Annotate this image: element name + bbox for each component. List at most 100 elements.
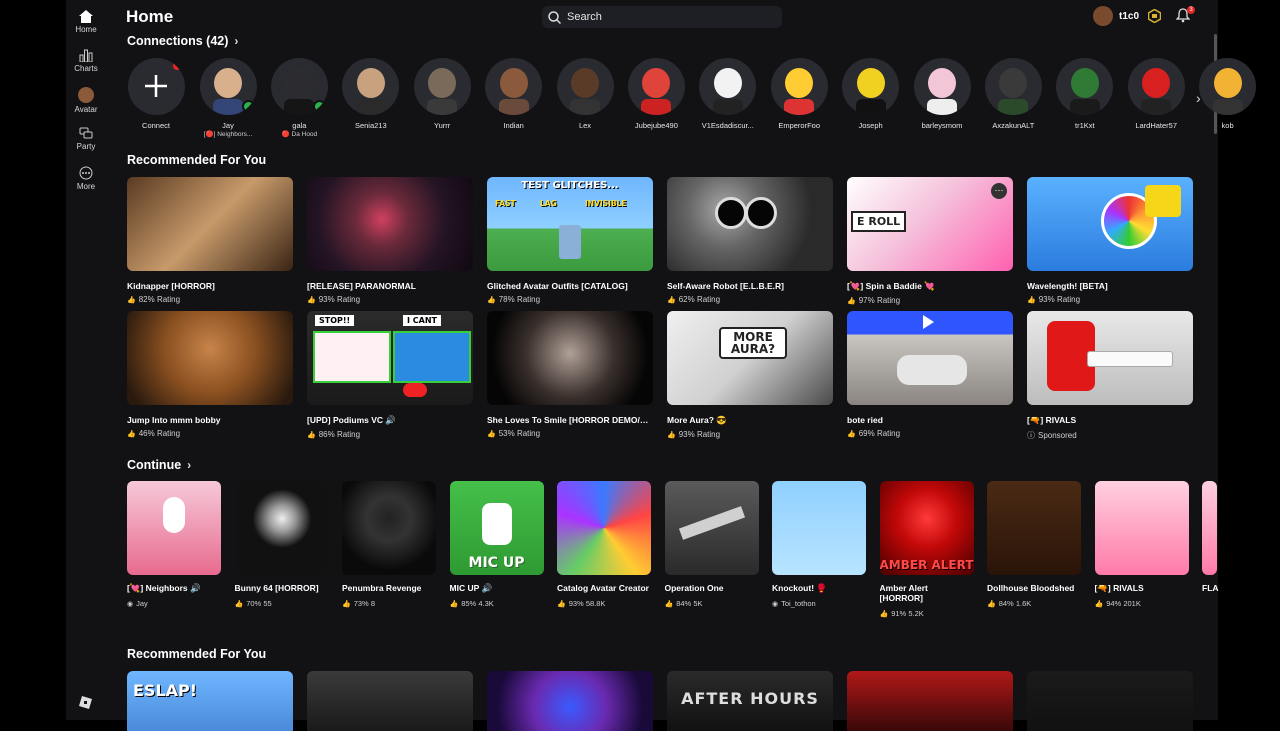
connection-name: Jay (222, 121, 234, 130)
continue-game-card[interactable]: Knockout! 🥊 ◉ Toi_tothon (772, 481, 866, 608)
avatar-figure (481, 503, 512, 545)
connection-item[interactable]: Lex (555, 58, 615, 130)
game-title: Self-Aware Robot [E.L.B.E.R] (667, 281, 784, 291)
connection-name: Connect (142, 121, 170, 130)
game-rating: 👍 86% Rating (307, 430, 473, 439)
continue-header[interactable]: Continue › (127, 458, 191, 472)
game-title: bote ried (847, 415, 883, 425)
search-input[interactable]: Search (542, 6, 782, 28)
connection-avatar (984, 58, 1042, 115)
rating-text: Sponsored (1038, 431, 1077, 440)
game-rating: 👍 93% Rating (1027, 295, 1193, 304)
connection-activity: [🔴] Neighbors... (203, 131, 253, 138)
roblox-logo-icon[interactable] (79, 696, 92, 709)
connection-avatar (199, 58, 257, 115)
thumbnail-overlay-text: STOP!! (315, 315, 355, 326)
robux-icon[interactable] (1148, 9, 1161, 23)
sidebar-item-charts[interactable]: Charts (66, 49, 106, 73)
sidebar-item-more[interactable]: More (66, 166, 106, 191)
game-thumbnail (127, 481, 221, 575)
continue-game-card[interactable]: FLA (1202, 481, 1280, 599)
sidebar-item-label: Avatar (74, 105, 98, 114)
game-card[interactable]: [🔫] RIVALS ⓘ Sponsored (1027, 311, 1193, 441)
game-card[interactable]: AFTER HOURS (667, 671, 833, 731)
continue-game-card[interactable]: MIC UP MIC UP 🔊 👍 85% 4.3K (449, 481, 544, 608)
connect-button[interactable]: Connect (126, 58, 186, 130)
thumbs-up-icon: 👍 (1094, 601, 1104, 608)
game-card[interactable]: Wavelength! [BETA] 👍 93% Rating (1027, 177, 1193, 304)
thumbs-up-icon: 👍 (127, 430, 136, 438)
scroll-right-arrow-icon[interactable]: › (1196, 90, 1201, 106)
sidebar-item-home[interactable]: Home (66, 10, 106, 34)
game-card[interactable]: She Loves To Smile [HORROR DEMO/AR... 👍 53… (487, 311, 653, 438)
sidebar-item-party[interactable]: Party (66, 127, 106, 151)
game-card[interactable] (487, 671, 653, 731)
more-options-icon[interactable]: ⋯ (991, 183, 1007, 199)
avatar-body (712, 99, 743, 115)
continue-game-card[interactable]: [🔫] RIVALS 👍 94% 201K (1094, 481, 1189, 608)
game-card[interactable]: STOP!! I CANT [UPD] Podiums VC 🔊 👍 86% Ratin… (307, 311, 473, 439)
game-card[interactable]: Jump Into mmm bobby 👍 46% Rating (127, 311, 293, 438)
avatar-body (570, 99, 600, 115)
rating-text: 82% Rating (138, 295, 181, 304)
connection-avatar (413, 58, 471, 115)
connection-item[interactable]: kob (1198, 58, 1258, 130)
thumbnail-overlay-text: TEST GLITCHES... (521, 180, 619, 191)
game-card[interactable]: E ROLL ⋯ [💘] Spin a Baddie 💘 👍 97% Rating (847, 177, 1013, 305)
continue-game-card[interactable]: Bunny 64 [HORROR] 👍 70% 55 (234, 481, 329, 608)
stats-text: 84% 5K (676, 599, 703, 608)
game-card[interactable]: TEST GLITCHES... FAST LAG INVISIBLE Glitched… (487, 177, 653, 304)
connection-item[interactable]: EmperorFoo (769, 58, 829, 130)
continue-game-card[interactable]: Operation One 👍 84% 5K (664, 481, 759, 608)
game-thumbnail: E ROLL ⋯ (847, 177, 1013, 271)
game-card[interactable] (847, 671, 1013, 731)
game-card[interactable]: [RELEASE] PARANORMAL 👍 93% Rating (307, 177, 473, 304)
game-card[interactable] (1027, 671, 1193, 731)
play-icon[interactable] (923, 315, 934, 329)
continue-game-card[interactable]: Penumbra Revenge 👍 73% 8 (342, 481, 436, 608)
user-profile-button[interactable]: t1c0 (1093, 6, 1139, 26)
game-card[interactable] (307, 671, 473, 731)
sidebar-item-avatar[interactable]: Avatar (66, 87, 106, 114)
continue-game-card[interactable]: [💘] Neighbors 🔊 ◉ Jay (127, 481, 221, 608)
connection-name: barleysmom (921, 121, 963, 130)
continue-game-card[interactable]: Dollhouse Bloodshed 👍 84% 1.6K (987, 481, 1081, 608)
game-thumbnail (1094, 481, 1189, 575)
stats-text: 84% 1.6K (998, 599, 1032, 608)
recommended-2-title: Recommended For You (127, 647, 267, 661)
game-title: MIC UP 🔊 (449, 583, 493, 593)
connections-header[interactable]: Connections (42) › (127, 34, 238, 48)
connection-item[interactable]: AxzakunALT (983, 58, 1043, 130)
thumbs-up-icon: 👍 (987, 601, 996, 608)
connection-item[interactable]: tr1Kxt (1055, 58, 1115, 130)
game-card[interactable]: ESLAP! (127, 671, 293, 731)
connection-item[interactable]: barleysmom (912, 58, 972, 130)
connection-item[interactable]: Jay [🔴] Neighbors... (198, 58, 258, 138)
game-rating: 👍 69% Rating (847, 429, 1013, 438)
continue-game-card[interactable]: Catalog Avatar Creator 👍 93% 58.8K (557, 481, 651, 608)
avatar-head (499, 68, 528, 98)
stats-text: Toi_tothon (781, 599, 816, 608)
avatar-head (1070, 68, 1099, 98)
game-card[interactable]: bote ried 👍 69% Rating (847, 311, 1013, 438)
connection-item[interactable]: Senia213 (341, 58, 401, 130)
continue-game-card[interactable]: AMBER ALERT Amber Alert [HORROR] 👍 91% 5.2K (879, 481, 974, 618)
game-title: Catalog Avatar Creator (557, 583, 649, 593)
connection-item[interactable]: gala 🔴 Da Hood (269, 58, 329, 138)
chevron-right-icon: › (187, 458, 192, 472)
connection-item[interactable]: Jubejube490 (626, 58, 686, 130)
game-card[interactable]: Self-Aware Robot [E.L.B.E.R] 👍 62% Rating (667, 177, 833, 304)
game-card[interactable]: Kidnapper [HORROR] 👍 82% Rating (127, 177, 293, 304)
connection-item[interactable]: Yurrr (412, 58, 472, 130)
connection-item[interactable]: V1Esdadiscur... (698, 58, 758, 130)
game-title: FLA (1202, 583, 1219, 593)
rating-text: 62% Rating (678, 295, 721, 304)
connection-item[interactable]: LardHater57 (1126, 58, 1186, 130)
robot-eye (715, 197, 747, 229)
game-rating: 👍 93% Rating (667, 430, 833, 439)
connection-item[interactable]: Joseph (841, 58, 901, 130)
game-card[interactable]: MORE AURA? More Aura? 😎 👍 93% Rating (667, 311, 833, 439)
connection-item[interactable]: Indian (484, 58, 544, 130)
thumbs-up-icon: 👍 (557, 601, 566, 608)
rating-text: 69% Rating (858, 429, 901, 438)
